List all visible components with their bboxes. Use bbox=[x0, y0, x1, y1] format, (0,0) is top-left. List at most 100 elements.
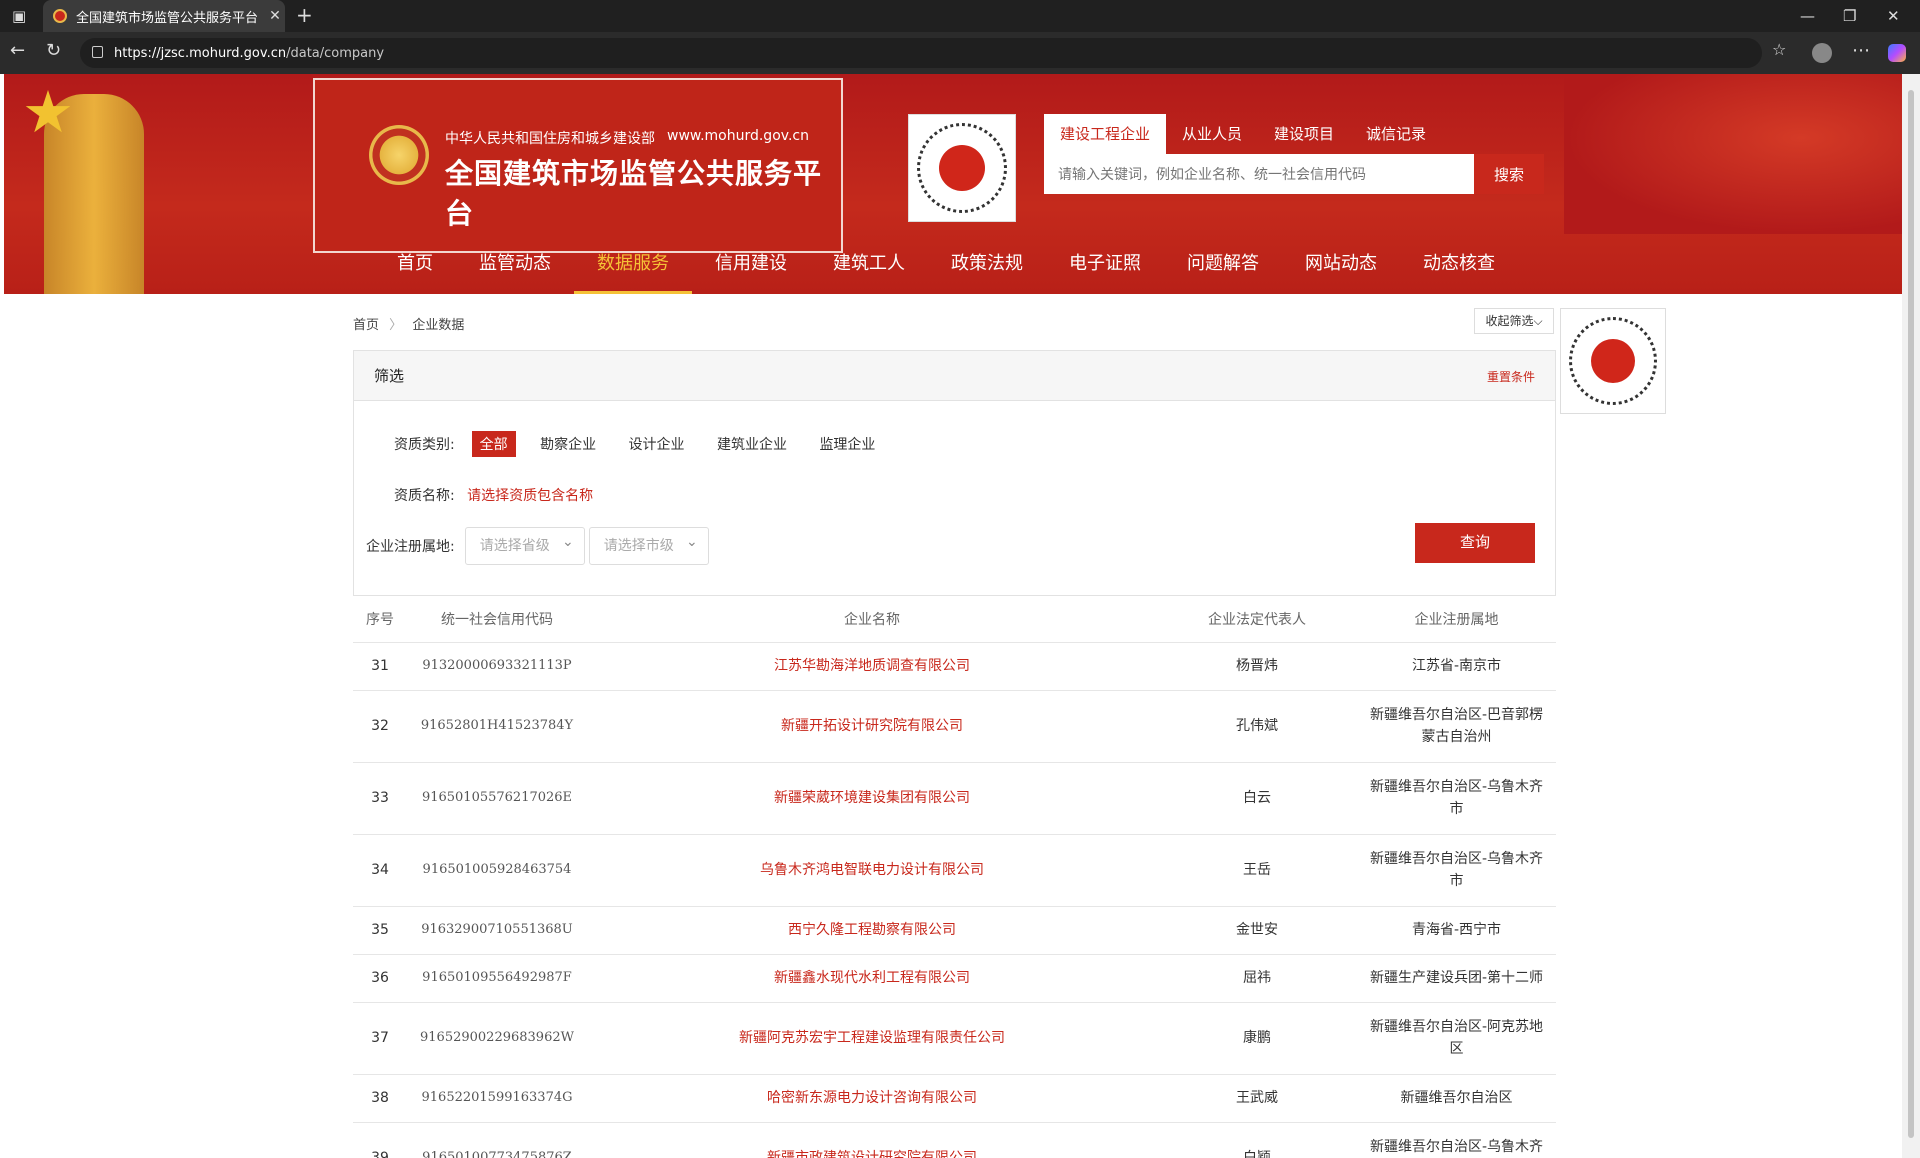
nav-e-license[interactable]: 电子证照 bbox=[1046, 234, 1164, 294]
table-row[interactable]: 35 91632900710551368U 西宁久隆工程勘察有限公司 金世安 青海省-西… bbox=[353, 906, 1556, 955]
scrollbar-thumb[interactable] bbox=[1908, 90, 1914, 1138]
nav-data-service[interactable]: 数据服务 bbox=[574, 234, 692, 294]
minimize-icon[interactable]: — bbox=[1800, 7, 1815, 25]
web-page: ★ 中华人民共和国住房和城乡建设部 www.mohurd.gov.cn 全国建筑… bbox=[4, 74, 1902, 1158]
search-tab-credit[interactable]: 诚信记录 bbox=[1350, 114, 1442, 154]
row-legal-rep: 杨晋炜 bbox=[1157, 642, 1357, 691]
row-credit-code: 91652900229683962W bbox=[407, 1002, 587, 1075]
qual-name-select[interactable]: 请选择资质包含名称 bbox=[467, 488, 593, 504]
reset-filter-link[interactable]: 重置条件 bbox=[1487, 368, 1535, 385]
qual-type-all[interactable]: 全部 bbox=[471, 431, 516, 457]
row-legal-rep: 孔伟斌 bbox=[1157, 690, 1357, 763]
breadcrumb-current: 企业数据 bbox=[412, 318, 465, 333]
site-header: ★ 中华人民共和国住房和城乡建设部 www.mohurd.gov.cn 全国建筑… bbox=[4, 74, 1902, 294]
table-row[interactable]: 32 91652801H41523784Y 新疆开拓设计研究院有限公司 孔伟斌 新疆维吾… bbox=[353, 690, 1556, 763]
more-icon[interactable]: ⋯ bbox=[1852, 40, 1870, 61]
back-icon[interactable]: ← bbox=[10, 40, 25, 61]
refresh-icon[interactable]: ↻ bbox=[46, 40, 61, 61]
row-region: 新疆维吾尔自治区-乌鲁木齐市 bbox=[1357, 762, 1556, 835]
row-legal-rep: 王岳 bbox=[1157, 834, 1357, 907]
new-tab-icon[interactable]: + bbox=[296, 3, 313, 27]
nav-news[interactable]: 网站动态 bbox=[1282, 234, 1400, 294]
qual-type-supervision[interactable]: 监理企业 bbox=[811, 431, 883, 457]
search-input[interactable] bbox=[1044, 154, 1474, 194]
row-region: 新疆维吾尔自治区-乌鲁木齐市 bbox=[1357, 1122, 1556, 1158]
filter-title: 筛选 bbox=[354, 351, 1555, 401]
row-company-name[interactable]: 新疆阿克苏宏宇工程建设监理有限责任公司 bbox=[587, 1002, 1157, 1075]
row-company-name[interactable]: 新疆市政建筑设计研究院有限公司 bbox=[587, 1122, 1157, 1158]
row-index: 32 bbox=[353, 690, 407, 763]
row-company-name[interactable]: 新疆荣葳环境建设集团有限公司 bbox=[587, 762, 1157, 835]
row-company-name[interactable]: 新疆开拓设计研究院有限公司 bbox=[587, 690, 1157, 763]
nav-home[interactable]: 首页 bbox=[374, 234, 456, 294]
row-credit-code: 916501005928463754 bbox=[407, 834, 587, 907]
row-company-name[interactable]: 西宁久隆工程勘察有限公司 bbox=[587, 906, 1157, 955]
address-bar: ← ↻ https://jzsc.mohurd.gov.cn/data/comp… bbox=[0, 32, 1920, 74]
favorites-icon[interactable]: ☆ bbox=[1772, 40, 1786, 59]
col-legal-rep: 企业法定代表人 bbox=[1157, 596, 1357, 643]
row-company-name[interactable]: 江苏华勘海洋地质调查有限公司 bbox=[587, 642, 1157, 691]
breadcrumb-home[interactable]: 首页 bbox=[353, 318, 379, 333]
table-row[interactable]: 39 91650100773475876Z 新疆市政建筑设计研究院有限公司 白颖 新疆维… bbox=[353, 1122, 1556, 1158]
nav-supervision[interactable]: 监管动态 bbox=[456, 234, 574, 294]
row-company-name[interactable]: 乌鲁木齐鸿电智联电力设计有限公司 bbox=[587, 834, 1157, 907]
copilot-icon[interactable] bbox=[1888, 44, 1906, 62]
search-tab-project[interactable]: 建设项目 bbox=[1258, 114, 1350, 154]
qual-type-design[interactable]: 设计企业 bbox=[621, 431, 693, 457]
row-index: 38 bbox=[353, 1074, 407, 1123]
row-credit-code: 91652801H41523784Y bbox=[407, 690, 587, 763]
table-row[interactable]: 38 91652201599163374G 哈密新东源电力设计咨询有限公司 王武威 新疆… bbox=[353, 1074, 1556, 1123]
row-index: 34 bbox=[353, 834, 407, 907]
row-region: 新疆维吾尔自治区-巴音郭楞蒙古自治州 bbox=[1357, 690, 1556, 763]
qual-type-survey[interactable]: 勘察企业 bbox=[532, 431, 604, 457]
search-button[interactable]: 搜索 bbox=[1474, 154, 1544, 194]
restore-icon[interactable]: ❐ bbox=[1843, 7, 1856, 25]
nav-verify[interactable]: 动态核查 bbox=[1400, 234, 1518, 294]
url-path: /data/company bbox=[286, 45, 385, 61]
nav-policy[interactable]: 政策法规 bbox=[928, 234, 1046, 294]
row-region: 新疆维吾尔自治区-乌鲁木齐市 bbox=[1357, 834, 1556, 907]
qual-type-construction[interactable]: 建筑业企业 bbox=[709, 431, 795, 457]
row-credit-code: 91650105576217026E bbox=[407, 762, 587, 835]
tab-actions-icon[interactable]: ▣ bbox=[12, 7, 26, 25]
tab-title: 全国建筑市场监管公共服务平台（ bbox=[76, 10, 265, 26]
nav-workers[interactable]: 建筑工人 bbox=[810, 234, 928, 294]
row-company-name[interactable]: 新疆鑫水现代水利工程有限公司 bbox=[587, 954, 1157, 1003]
nav-faq[interactable]: 问题解答 bbox=[1164, 234, 1282, 294]
window-close-icon[interactable]: ✕ bbox=[1887, 7, 1900, 25]
collapse-filter-button[interactable]: 收起筛选⌵ bbox=[1474, 308, 1554, 334]
query-button[interactable]: 查询 bbox=[1415, 523, 1535, 563]
province-select[interactable]: 请选择省级 bbox=[464, 524, 585, 565]
site-favicon-icon bbox=[53, 9, 67, 23]
qual-name-label: 资质名称: bbox=[394, 488, 455, 504]
search-panel: 建设工程企业 从业人员 建设项目 诚信记录 搜索 bbox=[1044, 114, 1544, 196]
city-select[interactable]: 请选择市级 bbox=[588, 524, 709, 565]
table-row[interactable]: 31 91320000693321113P 江苏华勘海洋地质调查有限公司 杨晋炜 江苏省… bbox=[353, 642, 1556, 691]
tab-close-icon[interactable]: ✕ bbox=[265, 8, 285, 24]
search-tab-enterprise[interactable]: 建设工程企业 bbox=[1044, 114, 1167, 154]
table-header-row: 序号 统一社会信用代码 企业名称 企业法定代表人 企业注册属地 bbox=[353, 596, 1556, 643]
row-company-name[interactable]: 哈密新东源电力设计咨询有限公司 bbox=[587, 1074, 1157, 1123]
mini-program-qr-icon bbox=[908, 114, 1016, 222]
table-row[interactable]: 36 91650109556492987F 新疆鑫水现代水利工程有限公司 屈祎 新疆生产… bbox=[353, 954, 1556, 1003]
row-legal-rep: 屈祎 bbox=[1157, 954, 1357, 1003]
table-row[interactable]: 37 91652900229683962W 新疆阿克苏宏宇工程建设监理有限责任公司康… bbox=[353, 1002, 1556, 1075]
table-row[interactable]: 34 916501005928463754 乌鲁木齐鸿电智联电力设计有限公司 王岳 新疆… bbox=[353, 834, 1556, 907]
search-tab-personnel[interactable]: 从业人员 bbox=[1166, 114, 1258, 154]
profile-avatar[interactable] bbox=[1812, 43, 1832, 63]
ministry-site: www.mohurd.gov.cn bbox=[667, 128, 809, 144]
row-credit-code: 91650109556492987F bbox=[407, 954, 587, 1003]
scrollbar[interactable] bbox=[1902, 74, 1920, 1158]
site-title-block[interactable]: 中华人民共和国住房和城乡建设部 www.mohurd.gov.cn 全国建筑市场… bbox=[313, 78, 843, 253]
main-nav: 首页 监管动态 数据服务 信用建设 建筑工人 政策法规 电子证照 问题解答 网站… bbox=[4, 234, 1902, 294]
nav-credit[interactable]: 信用建设 bbox=[692, 234, 810, 294]
row-credit-code: 91632900710551368U bbox=[407, 906, 587, 955]
breadcrumb: 首页 〉 企业数据 bbox=[353, 314, 464, 333]
browser-tab[interactable]: 全国建筑市场监管公共服务平台（ ✕ bbox=[43, 0, 285, 32]
url-field[interactable]: https://jzsc.mohurd.gov.cn/data/company bbox=[80, 38, 1762, 68]
row-index: 31 bbox=[353, 642, 407, 691]
table-row[interactable]: 33 91650105576217026E 新疆荣葳环境建设集团有限公司 白云 新疆维吾… bbox=[353, 762, 1556, 835]
site-title: 全国建筑市场监管公共服务平台 bbox=[445, 157, 823, 230]
url-host: https://jzsc.mohurd.gov.cn bbox=[114, 45, 287, 61]
enterprise-table: 序号 统一社会信用代码 企业名称 企业法定代表人 企业注册属地 31 913200… bbox=[353, 596, 1556, 1158]
